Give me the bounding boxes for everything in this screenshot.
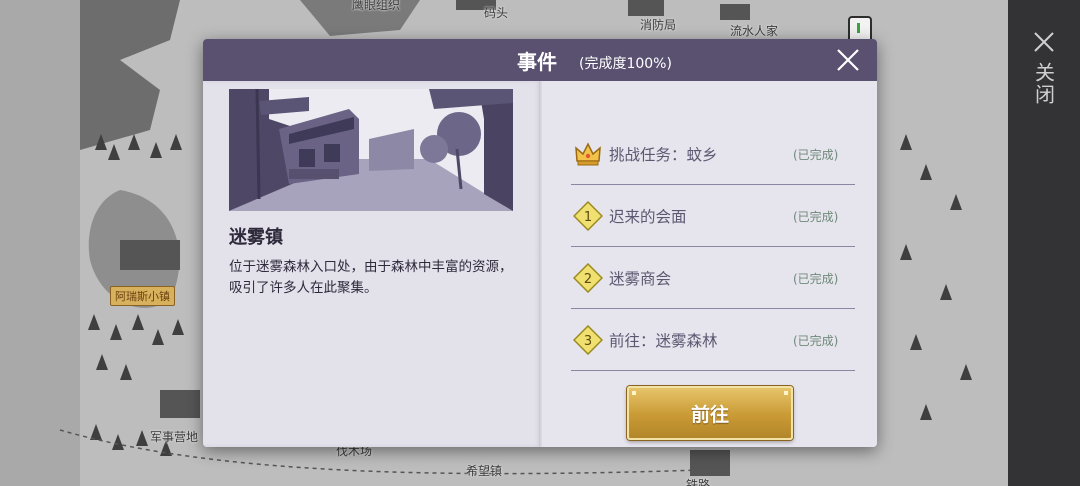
task-status: (已完成): [793, 272, 839, 286]
task-label: 挑战任务：蚊乡: [609, 146, 718, 164]
task-status: (已完成): [793, 148, 839, 162]
dialog-title: 事件: [517, 50, 557, 74]
location-description: 位于迷雾森林入口处，由于森林中丰富的资源，吸引了许多人在此聚集。: [229, 259, 513, 296]
map-label-eagle[interactable]: 鹰眼组织: [352, 0, 400, 13]
map-label-dock[interactable]: 码头: [484, 4, 508, 21]
task-item-challenge[interactable]: 挑战任务：蚊乡 (已完成): [571, 123, 855, 185]
task-status: (已完成): [793, 210, 839, 224]
map-label-fire[interactable]: 消防局: [640, 16, 676, 33]
task-separator: [571, 370, 855, 371]
task-status: (已完成): [793, 334, 839, 348]
diamond-number: 3: [584, 334, 592, 349]
dialog-header: 事件 (完成度100%): [203, 39, 877, 81]
task-label: 前往：迷雾森林: [609, 332, 718, 350]
location-panel: 迷雾镇 位于迷雾森林入口处，由于森林中丰富的资源，吸引了许多人在此聚集。: [203, 81, 541, 447]
side-close-label: 关闭: [1031, 62, 1056, 106]
task-item-1[interactable]: 1 迟来的会面 (已完成): [571, 185, 855, 247]
task-panel: 挑战任务：蚊乡 (已完成) 1 迟来的会面 (已完成) 2 迷雾商会 (已完成): [543, 81, 877, 447]
event-dialog: 事件 (完成度100%) 迷雾镇 位于迷雾森林入口处，由于森林中丰富的资源，吸引…: [203, 39, 877, 447]
diamond-number: 1: [584, 210, 592, 225]
go-button[interactable]: 前往: [627, 386, 793, 440]
location-name: 迷雾镇: [229, 227, 283, 248]
task-item-2[interactable]: 2 迷雾商会 (已完成): [571, 247, 855, 309]
map-label-rail[interactable]: 铁路: [686, 476, 710, 486]
go-button-label: 前往: [690, 403, 729, 426]
task-label: 迷雾商会: [609, 270, 672, 288]
crown-icon: [575, 142, 601, 166]
map-label-hope[interactable]: 希望镇: [466, 462, 502, 479]
location-image: [229, 89, 513, 211]
map-label-family[interactable]: 流水人家: [730, 22, 778, 39]
diamond-3-icon: 3: [573, 325, 603, 355]
side-panel: 关闭: [1008, 0, 1080, 486]
side-close-button[interactable]: 关闭: [1008, 30, 1080, 140]
map-label-camp[interactable]: 军事营地: [150, 428, 198, 445]
diamond-1-icon: 1: [573, 201, 603, 231]
task-item-3[interactable]: 3 前往：迷雾森林 (已完成): [571, 309, 855, 371]
close-icon: [1034, 32, 1054, 52]
diamond-2-icon: 2: [573, 263, 603, 293]
close-icon[interactable]: [835, 47, 861, 73]
diamond-number: 2: [584, 272, 592, 287]
map-label-arius[interactable]: 阿瑞斯小镇: [110, 286, 175, 306]
task-label: 迟来的会面: [609, 208, 687, 226]
completion-progress: (完成度100%): [579, 56, 672, 72]
